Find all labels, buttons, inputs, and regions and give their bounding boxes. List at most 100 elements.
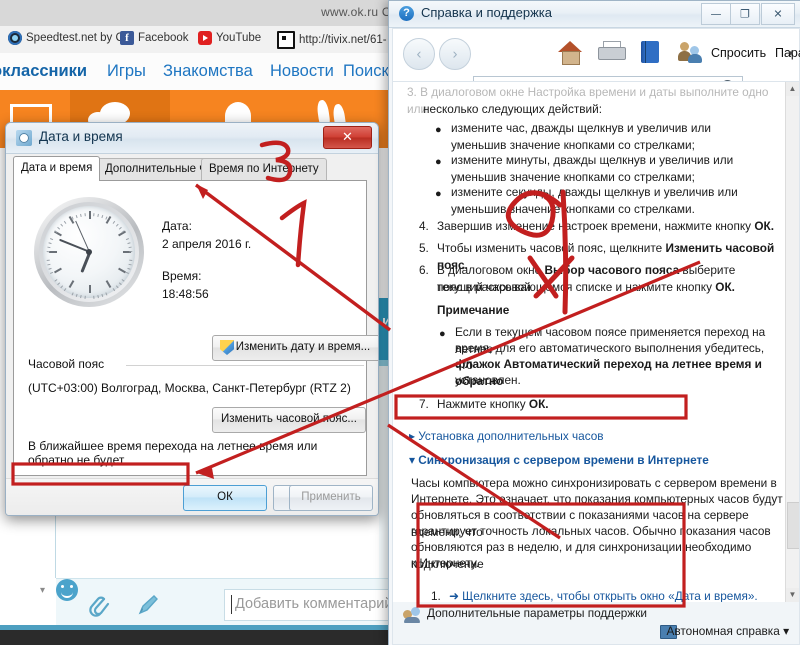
tab-internet-time[interactable]: Время по Интернету xyxy=(201,158,327,181)
bookmark-label: http://tivix.net/61- xyxy=(299,34,387,46)
chevron-right-icon: › xyxy=(452,45,458,63)
step7-b: ОК. xyxy=(528,397,549,411)
dialog-title-bar[interactable]: Дата и время ✕ xyxy=(6,123,378,154)
chevron-down-icon: ▾ xyxy=(783,624,789,638)
nav-item-dating[interactable]: Знакомства xyxy=(163,62,253,81)
step6-number: 6. xyxy=(419,263,429,277)
pencil-icon[interactable] xyxy=(136,593,160,617)
para-line6: к Интернету. xyxy=(411,556,480,570)
step4-text: Завершив изменение настроек времени, наж… xyxy=(437,218,777,235)
group-divider xyxy=(126,365,364,366)
bullet-change-minutes: измените минуты, дважды щелкнув и увелич… xyxy=(451,153,734,184)
tab-panel-date-time: Дата: 2 апреля 2016 г. Время: 18:48:56 И… xyxy=(13,180,378,513)
sync-step1-number: 1. xyxy=(431,589,441,603)
clock-face xyxy=(43,206,135,299)
nav-item-search[interactable]: Поиск xyxy=(343,62,389,81)
minimize-icon: — xyxy=(710,7,722,21)
scrollbar-thumb[interactable] xyxy=(787,502,799,549)
paperclip-icon[interactable] xyxy=(88,593,110,617)
scroll-down-arrow[interactable]: ▾ xyxy=(40,585,45,596)
site-navigation: оклассники Игры Знакомства Новости Поиск xyxy=(0,53,420,90)
para-line1: Часы компьютера можно синхронизировать с… xyxy=(411,476,777,490)
youtube-icon xyxy=(198,31,212,45)
help-title-bar[interactable]: ? Справка и поддержка — ❐ ✕ xyxy=(389,1,800,28)
bookmarks-bar: Speedtest.net by C f Facebook YouTube ht… xyxy=(0,26,420,54)
nav-item-odnoklassniki[interactable]: оклассники xyxy=(0,62,87,81)
step6-b: Выбор часового пояса xyxy=(544,263,680,277)
support-people-icon xyxy=(403,607,421,623)
support-options-link[interactable]: Дополнительные параметры поддержки xyxy=(427,606,647,620)
expanded-section-toggle[interactable]: ▾ Синхронизация с сервером времени в Инт… xyxy=(409,452,709,469)
dialog-body: Дата и время Дополнительные часы Время п… xyxy=(13,156,378,513)
tab-date-time[interactable]: Дата и время xyxy=(13,156,101,181)
help-scrollbar[interactable]: ▲ ▼ xyxy=(785,82,799,602)
facebook-icon: f xyxy=(120,31,134,45)
close-icon: ✕ xyxy=(773,7,783,21)
book-icon[interactable] xyxy=(641,41,659,63)
ask-button[interactable]: Спросить xyxy=(711,46,766,60)
note-line4: установлен. xyxy=(455,373,521,387)
apply-button: Применить xyxy=(289,485,373,511)
note-title: Примечание xyxy=(437,303,510,317)
comment-placeholder: Добавить комментарий xyxy=(235,596,393,612)
help-and-support-window: ? Справка и поддержка — ❐ ✕ ‹ › Спросить… xyxy=(388,0,800,645)
scroll-down-icon[interactable]: ▼ xyxy=(786,588,799,602)
printer-icon[interactable] xyxy=(598,41,626,61)
bookmark-youtube[interactable]: YouTube xyxy=(198,31,261,45)
shield-icon xyxy=(220,340,234,355)
step6-d: пояс в раскрывающемся списке и нажмите к… xyxy=(437,280,716,294)
close-button[interactable]: ✕ xyxy=(761,3,795,25)
people-icon[interactable] xyxy=(678,41,702,63)
close-icon[interactable]: ✕ xyxy=(323,126,372,149)
step3-continuation: несколько следующих действий: xyxy=(423,102,602,116)
bullet-change-seconds: измените секунды, дважды щелкнув и увели… xyxy=(451,185,738,216)
date-time-dialog: Дата и время ✕ Дата и время Дополнительн… xyxy=(5,122,379,516)
step4-number: 4. xyxy=(419,219,429,233)
para-line2: Интернете. Это означает, что показания к… xyxy=(411,492,783,506)
back-button[interactable]: ‹ xyxy=(403,38,435,70)
bullet-marker: ● xyxy=(439,328,446,340)
timezone-value: (UTC+03:00) Волгоград, Москва, Санкт-Пет… xyxy=(28,381,351,395)
minimize-button[interactable]: — xyxy=(701,3,731,25)
step5-text-a: Чтобы изменить часовой пояс, щелкните xyxy=(437,241,666,255)
step4-text-a: Завершив изменение настроек времени, наж… xyxy=(437,219,755,233)
dst-note: В ближайшее время перехода на летнее вре… xyxy=(28,439,318,467)
nav-item-news[interactable]: Новости xyxy=(270,62,334,81)
home-icon[interactable] xyxy=(558,41,582,65)
time-label: Время: xyxy=(162,269,202,283)
bookmark-tivix[interactable]: http://tivix.net/61- xyxy=(277,31,387,49)
forward-button[interactable]: › xyxy=(439,38,471,70)
text-caret xyxy=(231,595,232,614)
step5-number: 5. xyxy=(419,241,429,255)
bookmark-label: Speedtest.net by C xyxy=(26,32,124,44)
tv-icon xyxy=(277,31,295,49)
date-label: Дата: xyxy=(162,219,192,233)
step7-text: Нажмите кнопку ОК. xyxy=(437,396,549,413)
desktop-background-strip xyxy=(0,630,420,645)
speedtest-icon xyxy=(8,31,22,45)
help-footer: Дополнительные параметры поддержки Автон… xyxy=(392,602,800,645)
bullet-change-hour: изменитe час, дважды щелкнув и увеличив … xyxy=(451,121,711,152)
change-timezone-button[interactable]: Изменить часовой пояс... xyxy=(212,407,366,433)
analog-clock xyxy=(34,197,144,307)
sync-step1-text[interactable]: ➜ Щелкните здесь, чтобы открыть окно «Да… xyxy=(449,588,758,602)
chevron-down-icon[interactable]: ▾ xyxy=(788,48,793,59)
time-value: 18:48:56 xyxy=(162,287,209,301)
help-content-pane: 3. В диалоговом окне Настройка времени и… xyxy=(392,81,800,603)
scroll-up-icon[interactable]: ▲ xyxy=(786,82,799,96)
nav-item-games[interactable]: Игры xyxy=(107,62,146,81)
bookmark-facebook[interactable]: f Facebook xyxy=(120,31,189,45)
step7-a: Нажмите кнопку xyxy=(437,397,529,411)
collapsed-section-toggle[interactable]: ▸ Установка дополнительных часов xyxy=(409,428,604,445)
maximize-button[interactable]: ❐ xyxy=(730,3,760,25)
step7-number: 7. xyxy=(419,397,429,411)
date-value: 2 апреля 2016 г. xyxy=(162,237,252,251)
help-question-icon: ? xyxy=(399,6,414,21)
para-line4: гарантирует точность локальных часов. Об… xyxy=(411,524,771,538)
bookmark-speedtest[interactable]: Speedtest.net by C xyxy=(8,31,124,45)
ok-button[interactable]: ОК xyxy=(183,485,267,511)
smiley-icon[interactable] xyxy=(56,579,78,601)
change-date-time-button[interactable]: Изменить дату и время... xyxy=(212,335,378,361)
step4-text-b: ОК. xyxy=(754,219,774,233)
offline-help-button[interactable]: Автономная справка ▾ xyxy=(667,624,790,638)
